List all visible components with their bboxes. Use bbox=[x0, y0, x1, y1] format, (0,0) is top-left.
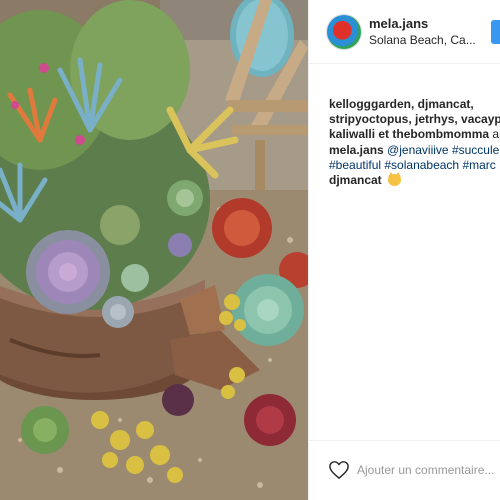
post-sidebar: mela.jans Solana Beach, Ca... kellogggar… bbox=[308, 0, 500, 500]
comment-hashtags[interactable]: #beautiful #solanabeach #marc bbox=[329, 158, 500, 173]
heart-icon[interactable] bbox=[328, 460, 350, 480]
post-header: mela.jans Solana Beach, Ca... bbox=[309, 0, 500, 64]
likes-tail-suffix: aim bbox=[492, 127, 500, 141]
likes-section: kellogggarden, djmancat, stripyoctopus, … bbox=[329, 97, 500, 142]
post-photo[interactable] bbox=[0, 0, 308, 500]
comment-mention[interactable]: @jenaviiive bbox=[387, 143, 449, 157]
cat-face-icon bbox=[388, 172, 402, 186]
comment-item: mela.jans @jenaviiive #succulen bbox=[329, 143, 500, 158]
likes-tail-names[interactable]: kaliwalli et thebombmomma bbox=[329, 127, 489, 141]
add-comment-input[interactable] bbox=[357, 460, 500, 480]
comment-author[interactable]: djmancat bbox=[329, 173, 382, 187]
comment-author[interactable]: mela.jans bbox=[329, 143, 384, 157]
location-link[interactable]: Solana Beach, Ca... bbox=[369, 33, 476, 47]
comment-hashtag[interactable]: #succulen bbox=[452, 143, 500, 157]
avatar[interactable] bbox=[327, 15, 361, 49]
follow-button[interactable] bbox=[491, 20, 500, 44]
likes-names[interactable]: kellogggarden, djmancat, stripyoctopus, … bbox=[329, 97, 500, 127]
comment-item: djmancat bbox=[329, 172, 500, 188]
comment-footer bbox=[309, 440, 500, 500]
username-link[interactable]: mela.jans bbox=[369, 16, 428, 31]
comment-list: mela.jans @jenaviiive #succulen #beautif… bbox=[329, 143, 500, 188]
succulent-garden-image bbox=[0, 0, 308, 500]
